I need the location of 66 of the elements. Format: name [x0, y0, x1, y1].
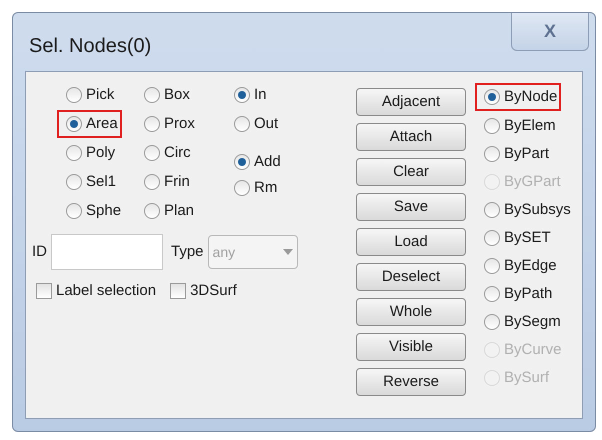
checkbox[interactable]	[170, 283, 186, 300]
radio-label: Add	[254, 152, 281, 172]
radio-label: ByPath	[504, 284, 552, 304]
close-button[interactable]: X	[511, 13, 589, 51]
radio-button[interactable]	[144, 87, 160, 103]
radio-label: Frin	[164, 172, 190, 192]
radio-label: Sphe	[86, 200, 122, 221]
radio-label: Pick	[86, 84, 114, 105]
id-label: ID	[32, 242, 47, 262]
radio-label: ByPart	[504, 144, 550, 164]
radio-label: ByElem	[504, 116, 556, 136]
radio-button[interactable]	[144, 203, 160, 219]
radio-label: BySubsys	[504, 200, 571, 220]
radio-label: Box	[164, 84, 190, 105]
checkbox-label: 3DSurf	[190, 281, 237, 301]
checkbox-label: Label selection	[56, 281, 156, 301]
radio-button[interactable]	[484, 230, 500, 246]
action-button[interactable]: Deselect	[356, 263, 466, 291]
radio-button[interactable]	[144, 116, 160, 132]
action-button[interactable]: Whole	[356, 298, 466, 326]
radio-label: ByNode	[504, 86, 558, 107]
radio-button[interactable]	[484, 89, 500, 105]
radio-button[interactable]	[234, 154, 250, 170]
radio-label: Rm	[254, 178, 278, 198]
radio-button[interactable]	[66, 87, 82, 103]
radio-label: In	[254, 84, 267, 105]
radio-label: Sel1	[86, 172, 116, 192]
radio-button[interactable]	[66, 174, 82, 190]
radio-label: BySET	[504, 228, 551, 248]
radio-button[interactable]	[144, 145, 160, 161]
action-button[interactable]: Save	[356, 193, 466, 221]
radio-label: ByCurve	[504, 340, 562, 360]
radio-button[interactable]	[66, 203, 82, 219]
radio-label: Area	[86, 114, 118, 134]
dropdown-arrow-icon	[282, 249, 293, 255]
radio-label: ByGPart	[504, 172, 561, 192]
action-button[interactable]: Visible	[356, 333, 466, 361]
radio-button[interactable]	[484, 314, 500, 330]
radio-button[interactable]	[234, 116, 250, 132]
checkbox[interactable]	[36, 283, 52, 300]
action-button[interactable]: Load	[356, 228, 466, 256]
radio-label: Prox	[164, 114, 195, 134]
id-field[interactable]	[51, 234, 163, 270]
radio-label: BySurf	[504, 368, 550, 388]
radio-button[interactable]	[484, 258, 500, 274]
radio-button[interactable]	[484, 202, 500, 218]
radio-button[interactable]	[484, 286, 500, 302]
radio-label: ByEdge	[504, 256, 557, 276]
action-button[interactable]: Adjacent	[356, 88, 466, 116]
action-button[interactable]: Attach	[356, 123, 466, 151]
radio-button[interactable]	[144, 174, 160, 190]
radio-label: BySegm	[504, 312, 561, 332]
action-button[interactable]: Clear	[356, 158, 466, 186]
radio-label: Plan	[164, 200, 194, 221]
radio-button[interactable]	[484, 146, 500, 162]
radio-button[interactable]	[234, 180, 250, 196]
type-label: Type	[171, 242, 204, 262]
radio-button[interactable]	[234, 87, 250, 103]
radio-label: Poly	[86, 142, 116, 163]
radio-button[interactable]	[484, 118, 500, 134]
window-title: Sel. Nodes(0)	[29, 34, 152, 59]
radio-label: Out	[254, 114, 278, 134]
radio-button[interactable]	[66, 116, 82, 132]
radio-label: Circ	[164, 142, 191, 163]
action-button[interactable]: Reverse	[356, 368, 466, 396]
radio-button[interactable]	[66, 145, 82, 161]
